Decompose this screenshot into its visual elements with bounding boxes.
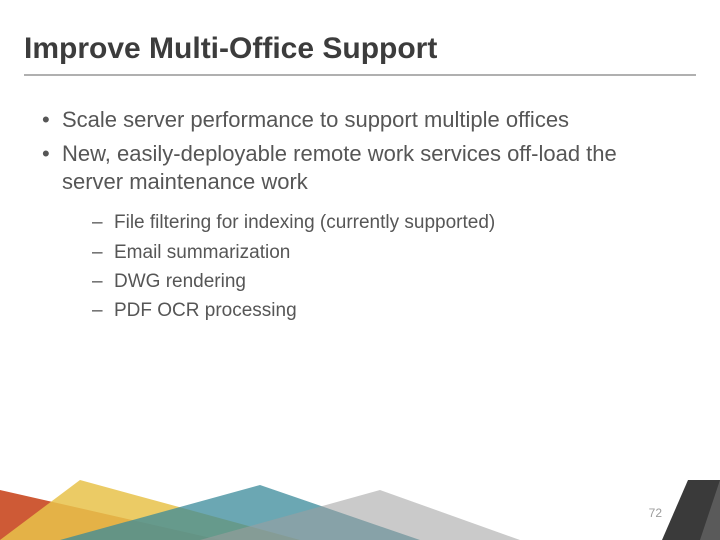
sub-bullet-list: File filtering for indexing (currently s… bbox=[62, 210, 680, 322]
bullet-text: New, easily-deployable remote work servi… bbox=[62, 141, 617, 194]
slide-title: Improve Multi-Office Support bbox=[24, 32, 437, 66]
page-number: 72 bbox=[649, 506, 662, 520]
footer-triangles-icon bbox=[0, 480, 720, 540]
slide: Improve Multi-Office Support Scale serve… bbox=[0, 0, 720, 540]
footer-art bbox=[0, 480, 720, 540]
bullet-item: New, easily-deployable remote work servi… bbox=[40, 140, 680, 323]
sub-bullet-item: File filtering for indexing (currently s… bbox=[90, 210, 680, 235]
sub-bullet-item: DWG rendering bbox=[90, 269, 680, 294]
sub-bullet-item: Email summarization bbox=[90, 240, 680, 265]
slide-body: Scale server performance to support mult… bbox=[40, 106, 680, 329]
title-underline bbox=[24, 74, 696, 76]
bullet-item: Scale server performance to support mult… bbox=[40, 106, 680, 134]
sub-bullet-item: PDF OCR processing bbox=[90, 298, 680, 323]
bullet-list: Scale server performance to support mult… bbox=[40, 106, 680, 323]
